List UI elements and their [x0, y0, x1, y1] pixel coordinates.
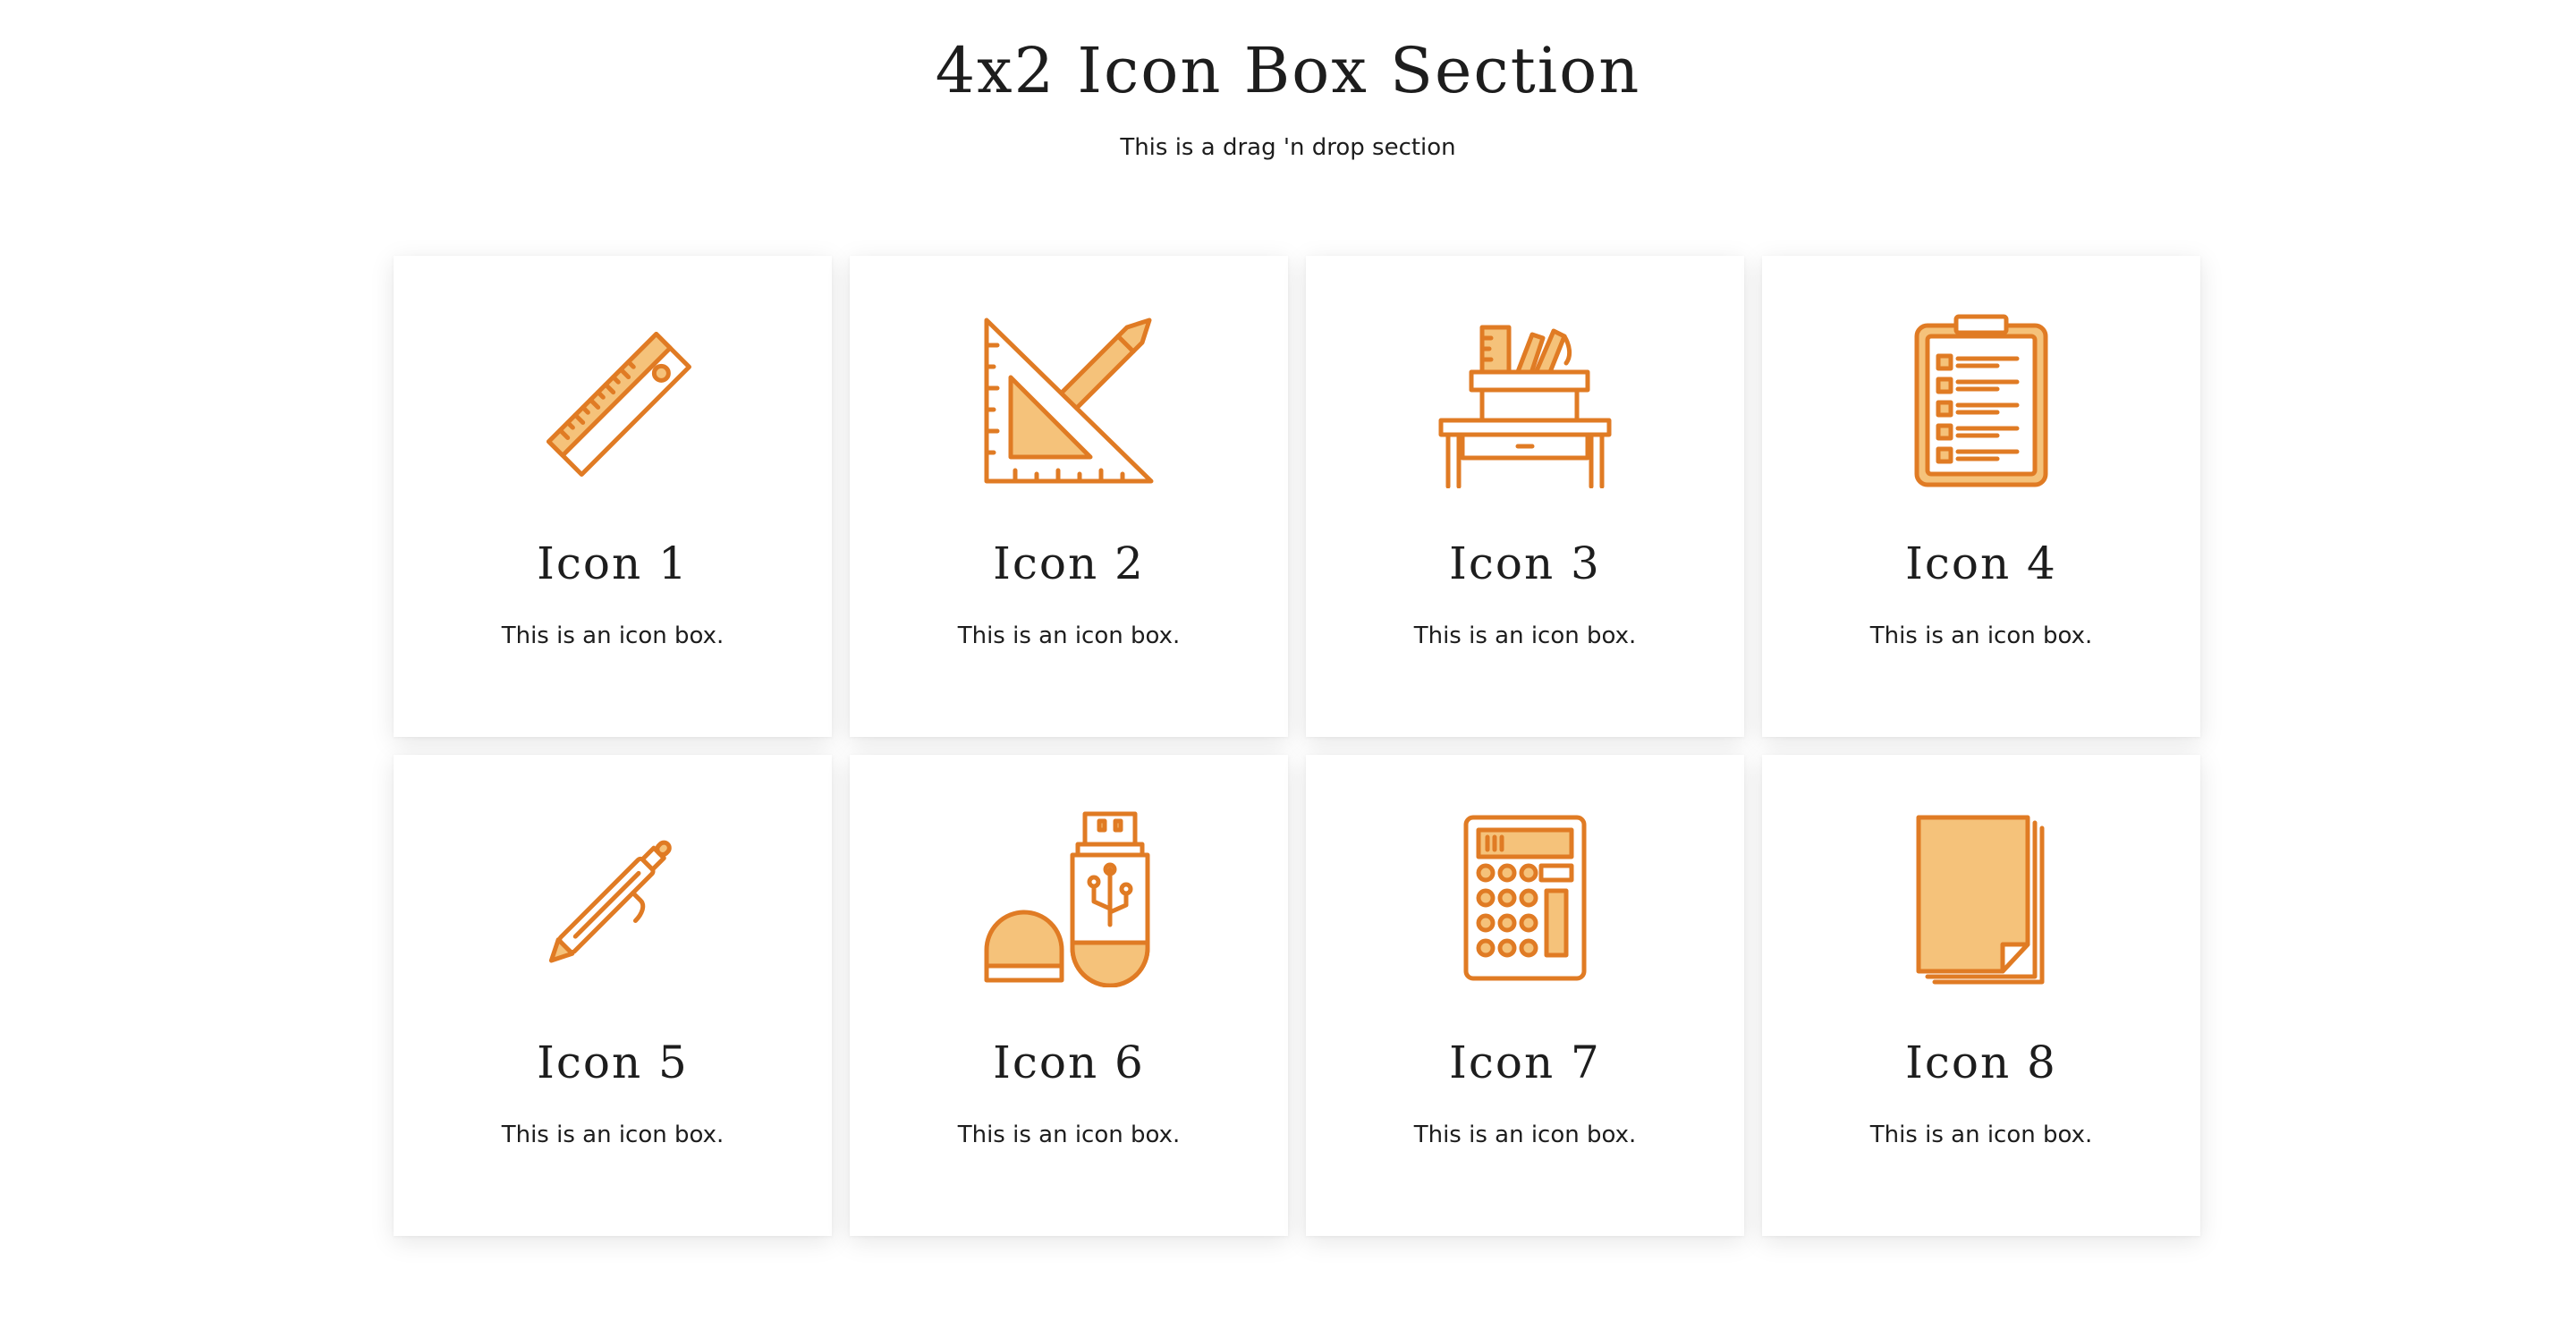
icon-box-1: Icon 1 This is an icon box.	[394, 256, 832, 737]
icon-box-text: This is an icon box.	[1869, 622, 2093, 649]
icon-box-title: Icon 3	[1449, 538, 1601, 589]
icon-box-text: This is an icon box.	[957, 622, 1181, 649]
icon-box-text: This is an icon box.	[1869, 1122, 2093, 1148]
icon-box-text: This is an icon box.	[1413, 1122, 1637, 1148]
ruler-icon	[523, 309, 702, 488]
pen-icon	[523, 808, 702, 987]
icon-box-8: Icon 8 This is an icon box.	[1762, 755, 2200, 1236]
desk-supplies-icon	[1436, 309, 1614, 488]
icon-box-section: 4x2 Icon Box Section This is a drag 'n d…	[0, 0, 2576, 1329]
icon-box-3: Icon 3 This is an icon box.	[1306, 256, 1744, 737]
icon-box-6: Icon 6 This is an icon box.	[850, 755, 1288, 1236]
icon-box-grid: Icon 1 This is an icon box. Icon 2 This …	[394, 256, 2200, 1236]
icon-box-title: Icon 2	[993, 538, 1145, 589]
icon-box-text: This is an icon box.	[1413, 622, 1637, 649]
icon-box-2: Icon 2 This is an icon box.	[850, 256, 1288, 737]
paper-stack-icon	[1892, 808, 2071, 987]
icon-box-text: This is an icon box.	[501, 1122, 724, 1148]
icon-box-title: Icon 8	[1905, 1037, 2057, 1088]
set-square-pencil-icon	[979, 309, 1158, 488]
icon-box-title: Icon 4	[1905, 538, 2057, 589]
icon-box-text: This is an icon box.	[957, 1122, 1181, 1148]
usb-drive-icon	[979, 808, 1158, 987]
icon-box-4: Icon 4 This is an icon box.	[1762, 256, 2200, 737]
icon-box-title: Icon 6	[993, 1037, 1145, 1088]
icon-box-title: Icon 1	[537, 538, 689, 589]
section-title: 4x2 Icon Box Section	[935, 34, 1641, 107]
calculator-icon	[1436, 808, 1614, 987]
icon-box-title: Icon 5	[537, 1037, 689, 1088]
section-subtitle: This is a drag 'n drop section	[1120, 134, 1456, 161]
icon-box-text: This is an icon box.	[501, 622, 724, 649]
clipboard-checklist-icon	[1892, 309, 2071, 488]
icon-box-7: Icon 7 This is an icon box.	[1306, 755, 1744, 1236]
icon-box-5: Icon 5 This is an icon box.	[394, 755, 832, 1236]
icon-box-title: Icon 7	[1449, 1037, 1601, 1088]
